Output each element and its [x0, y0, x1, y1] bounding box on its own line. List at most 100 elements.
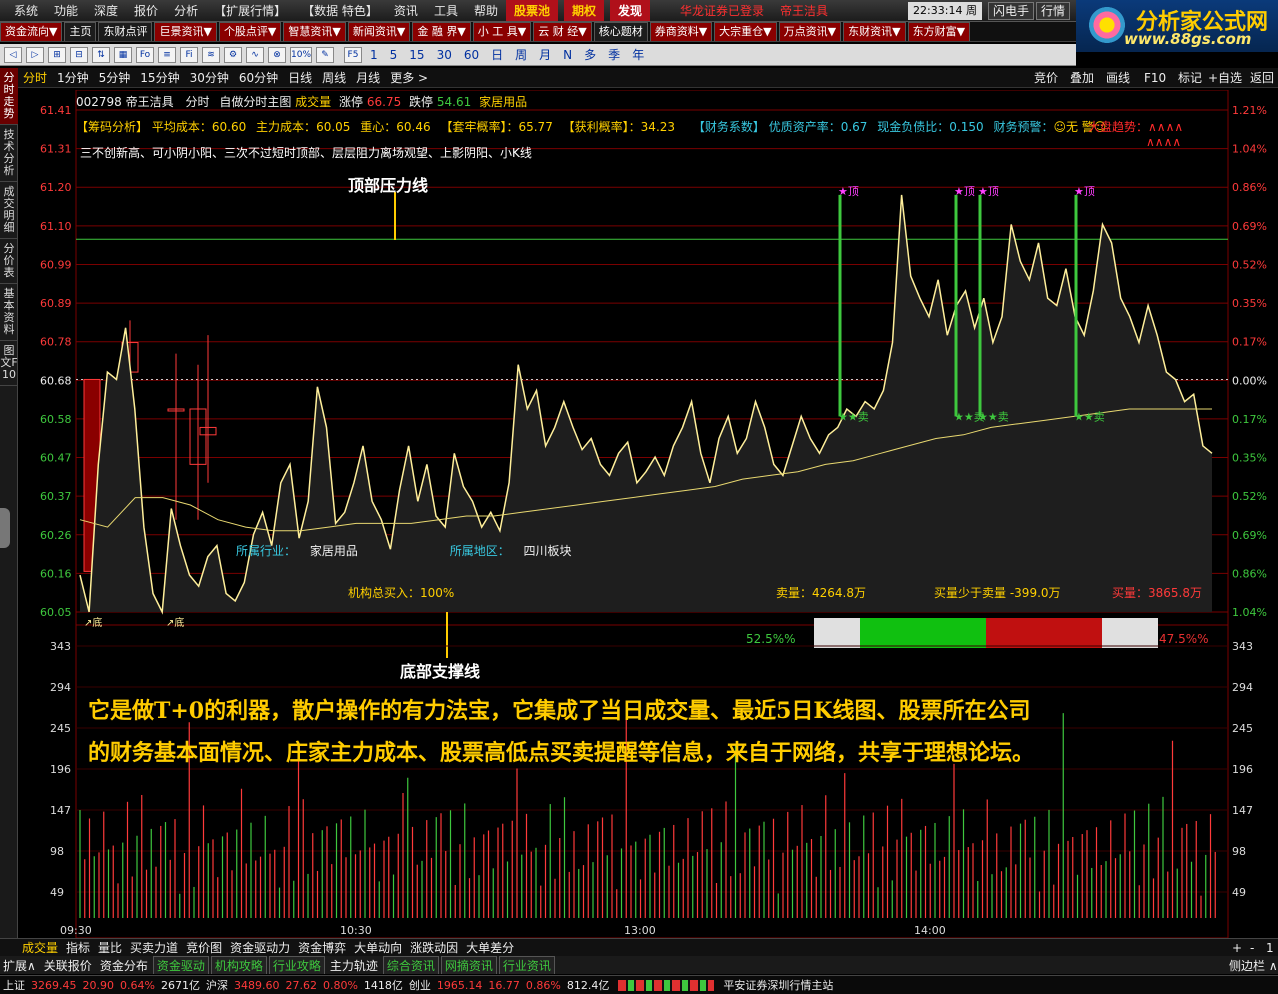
menu-quote[interactable]: 报价: [126, 0, 166, 21]
menu-news[interactable]: 资讯: [386, 0, 426, 21]
formula-icon[interactable]: Fo: [136, 46, 154, 63]
period-30[interactable]: 30: [431, 48, 458, 62]
bidding-button[interactable]: 竞价: [1034, 68, 1058, 87]
draw-button[interactable]: 画线: [1106, 68, 1130, 87]
tb-news[interactable]: 新闻资讯▼: [347, 22, 411, 41]
ext-fund-drive[interactable]: 资金驱动: [152, 956, 209, 974]
period-1[interactable]: 1: [364, 48, 384, 62]
ind-buy-sell-force[interactable]: 买卖力道: [126, 939, 182, 956]
mark-button[interactable]: 标记: [1178, 68, 1202, 87]
nav-trade-detail[interactable]: 成交明细: [0, 182, 18, 239]
ext-digest-news[interactable]: 网摘资讯: [440, 956, 497, 974]
tab-daily[interactable]: 日线: [283, 69, 317, 86]
period-n[interactable]: N: [557, 48, 578, 62]
ind-fund-game[interactable]: 资金博弈: [294, 939, 350, 956]
cross-icon[interactable]: ⊗: [268, 46, 286, 63]
menu-stock-pool[interactable]: 股票池: [505, 0, 558, 21]
ind-bidding[interactable]: 竞价图: [182, 939, 226, 956]
ind-indicator[interactable]: 指标: [62, 939, 94, 956]
menu-system[interactable]: 系统: [6, 0, 46, 21]
tb-wisdom[interactable]: 智慧资讯▼: [283, 22, 346, 41]
ext-general-news[interactable]: 综合资讯: [382, 956, 439, 974]
period-60[interactable]: 60: [458, 48, 485, 62]
ind-big-order-diff[interactable]: 大单差分: [462, 939, 518, 956]
ind-rise-fall-cause[interactable]: 涨跌动因: [406, 939, 462, 956]
nav-f10[interactable]: 图文F10: [0, 341, 18, 386]
tb-core-theme[interactable]: 核心题材: [593, 22, 648, 41]
menu-function[interactable]: 功能: [46, 0, 86, 21]
period-month[interactable]: 月: [533, 46, 557, 63]
tb-dc-review[interactable]: 东财点评: [98, 22, 153, 41]
tb-bulk[interactable]: 大宗重仓▼: [714, 22, 777, 41]
tb-dc-news[interactable]: 东财资讯▼: [843, 22, 906, 41]
ext-industry-news[interactable]: 行业资讯: [498, 956, 555, 974]
tab-30min[interactable]: 30分钟: [185, 69, 234, 86]
tb-fund-flow[interactable]: 资金流向▼: [0, 22, 63, 41]
f10-button[interactable]: F10: [1144, 68, 1166, 87]
menu-tools[interactable]: 工具: [426, 0, 466, 21]
zoom-in-icon[interactable]: ⊞: [48, 46, 66, 63]
line-chart-icon[interactable]: ∿: [246, 46, 264, 63]
tb-stock-review[interactable]: 个股点评▼: [218, 22, 282, 41]
menu-data-feature[interactable]: 【数据 特色】: [294, 0, 386, 21]
tb-wandian[interactable]: 万点资讯▼: [778, 22, 842, 41]
tb-finance-world[interactable]: 金 融 界▼: [412, 22, 471, 41]
tab-15min[interactable]: 15分钟: [135, 69, 184, 86]
ext-related-quote[interactable]: 关联报价: [41, 957, 95, 974]
ext-inst-strategy[interactable]: 机构攻略: [210, 956, 267, 974]
tb-broker[interactable]: 券商资料▼: [649, 22, 713, 41]
tb-eastmoney[interactable]: 东方财富▼: [907, 22, 971, 41]
market-button[interactable]: 行情: [1036, 2, 1071, 20]
zoom-out-icon[interactable]: ⊟: [70, 46, 88, 63]
tab-5min[interactable]: 5分钟: [94, 69, 136, 86]
tb-home[interactable]: 主页: [64, 22, 97, 41]
period-15[interactable]: 15: [403, 48, 430, 62]
zoom-out-button[interactable]: -: [1246, 941, 1258, 955]
tb-cloud-finance[interactable]: 云 财 经▼: [533, 22, 592, 41]
zoom-in-button[interactable]: +: [1228, 941, 1246, 955]
period-week[interactable]: 周: [509, 46, 533, 63]
tb-tools[interactable]: 小 工 具▼: [472, 22, 532, 41]
percent-icon[interactable]: 10%: [290, 46, 312, 63]
finance-icon[interactable]: Fi: [180, 46, 198, 63]
sidebar-toggle[interactable]: 侧边栏 ∧: [1226, 957, 1278, 974]
menu-help[interactable]: 帮助: [466, 0, 506, 21]
menu-discover[interactable]: 发现: [610, 0, 651, 21]
ind-volume[interactable]: 成交量: [18, 939, 62, 956]
period-multi[interactable]: 多: [578, 46, 602, 63]
forward-icon[interactable]: ▷: [26, 46, 44, 63]
ext-industry-strategy[interactable]: 行业攻略: [268, 956, 325, 974]
tb-jujing[interactable]: 巨景资讯▼: [154, 22, 217, 41]
settings-icon[interactable]: ⚙: [224, 46, 242, 63]
tab-60min[interactable]: 60分钟: [234, 69, 283, 86]
ext-main-track[interactable]: 主力轨迹: [327, 957, 381, 974]
tab-intraday[interactable]: 分时: [18, 69, 52, 86]
grid-icon[interactable]: ▦: [114, 46, 132, 63]
pencil-icon[interactable]: ✎: [316, 46, 334, 63]
nav-intraday[interactable]: 分时走势: [0, 68, 18, 125]
ind-vol-ratio[interactable]: 量比: [94, 939, 126, 956]
menu-ext-market[interactable]: 【扩展行情】: [206, 0, 294, 21]
tab-more[interactable]: 更多 >: [385, 69, 433, 86]
tab-1min[interactable]: 1分钟: [52, 69, 94, 86]
return-button[interactable]: 返回: [1250, 68, 1274, 87]
flash-trade-button[interactable]: 闪电手: [988, 2, 1035, 20]
back-icon[interactable]: ◁: [4, 46, 22, 63]
menu-depth[interactable]: 深度: [86, 0, 126, 21]
refresh-icon[interactable]: F5: [344, 46, 362, 63]
nav-technical[interactable]: 技术分析: [0, 125, 18, 182]
add-watchlist-button[interactable]: +自选: [1208, 68, 1242, 87]
period-year[interactable]: 年: [626, 46, 650, 63]
sort-icon[interactable]: ⇅: [92, 46, 110, 63]
ind-fund-drive[interactable]: 资金驱动力: [226, 939, 294, 956]
wave-icon[interactable]: ≋: [202, 46, 220, 63]
tab-weekly[interactable]: 周线: [317, 69, 351, 86]
side-collapse-handle[interactable]: [0, 508, 10, 548]
tab-monthly[interactable]: 月线: [351, 69, 385, 86]
menu-analysis[interactable]: 分析: [166, 0, 206, 21]
ext-fund-dist[interactable]: 资金分布: [97, 957, 151, 974]
nav-basic-info[interactable]: 基本资料: [0, 284, 18, 341]
ext-toggle[interactable]: 扩展∧: [0, 957, 39, 974]
list-icon[interactable]: ≡: [158, 46, 176, 63]
period-day[interactable]: 日: [485, 46, 509, 63]
